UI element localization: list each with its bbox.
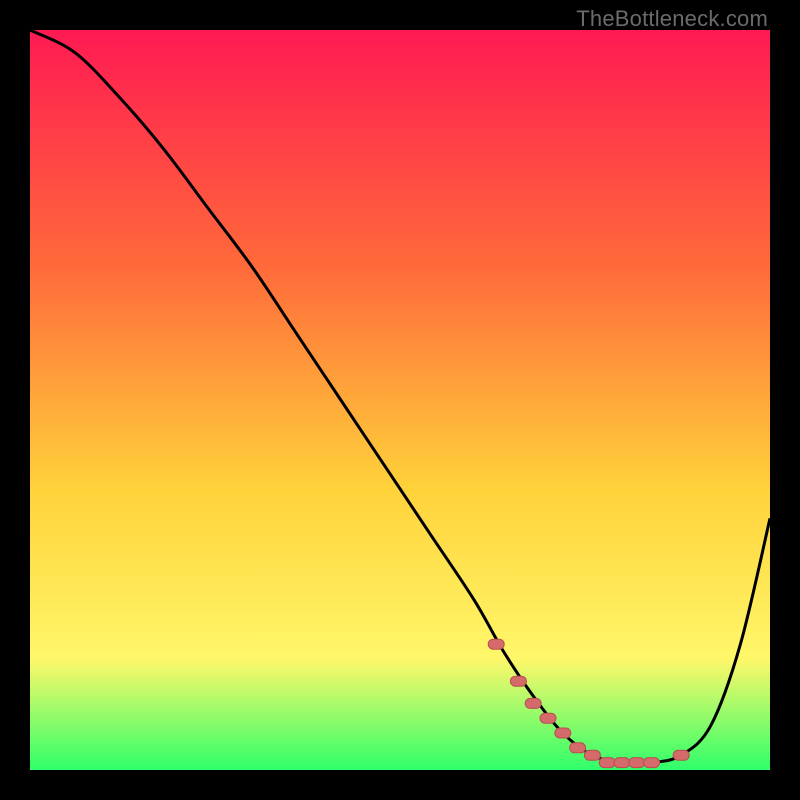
marker-dot	[629, 758, 645, 768]
marker-dot	[540, 713, 556, 723]
marker-dot	[525, 698, 541, 708]
marker-dot	[673, 750, 689, 760]
watermark-text: TheBottleneck.com	[576, 6, 768, 32]
gradient-background	[30, 30, 770, 770]
marker-dot	[570, 743, 586, 753]
marker-dot	[614, 758, 630, 768]
marker-dot	[599, 758, 615, 768]
marker-dot	[644, 758, 660, 768]
bottleneck-chart	[30, 30, 770, 770]
marker-dot	[584, 750, 600, 760]
marker-dot	[510, 676, 526, 686]
chart-frame	[30, 30, 770, 770]
marker-dot	[555, 728, 571, 738]
marker-dot	[488, 639, 504, 649]
